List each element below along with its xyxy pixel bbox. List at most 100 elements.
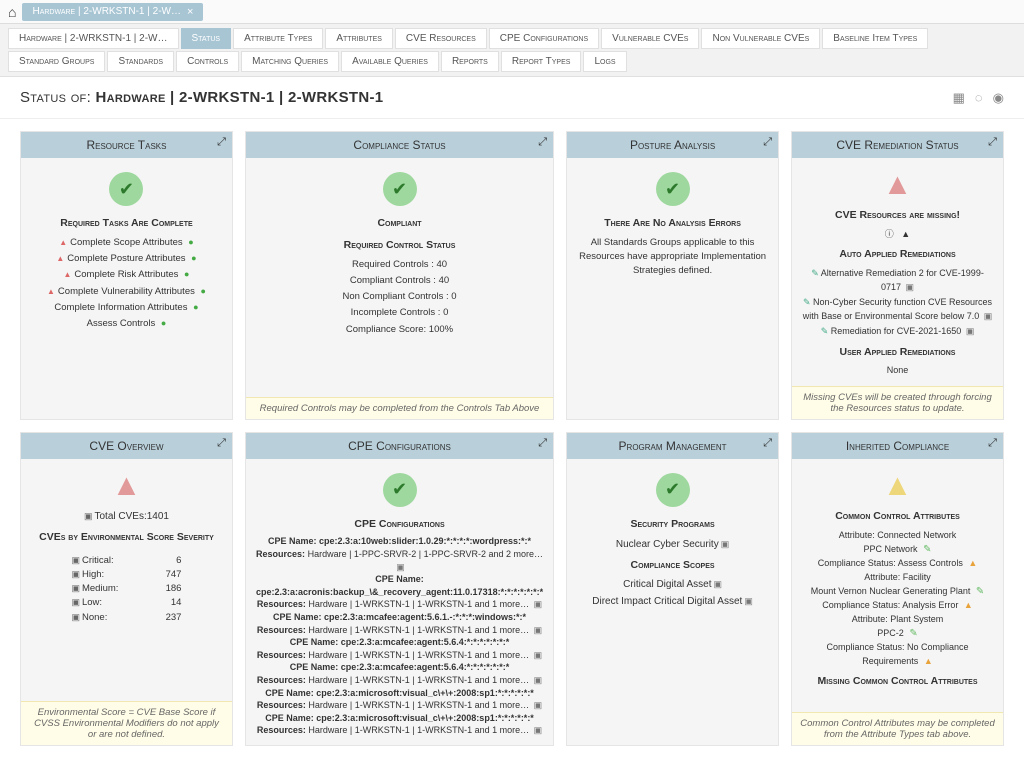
panel-body: ✔ Compliant Required Control Status Requ… (246, 158, 553, 397)
expand-icon[interactable]: ⤢ (988, 437, 997, 450)
inherited-status: Compliance Status: Analysis Error ▲ (802, 599, 993, 613)
panel-body: ▲ ▣Total CVEs:1401 CVEs by Environmental… (21, 459, 232, 701)
task-item: ▲Complete Risk Attributes ● (31, 268, 222, 282)
panel-header: Compliance Status ⤢ (246, 132, 553, 158)
cpe-name: CPE Name: cpe:2.3:a:microsoft:visual_c\+… (256, 687, 543, 700)
tab-attributes[interactable]: Attributes (325, 28, 393, 49)
cpe-resources: Resources: Hardware | 1-WRKSTN-1 | 1-WRK… (256, 674, 543, 687)
expand-icon[interactable]: ⤢ (988, 136, 997, 149)
grid-view-icon[interactable]: ▦ (953, 90, 965, 106)
inherited-attr: Attribute: Plant System (802, 613, 993, 627)
home-icon[interactable]: ⌂ (8, 4, 16, 20)
panel-posture-analysis: Posture Analysis ⤢ ✔ There Are No Analys… (566, 131, 779, 420)
page-title: Status of: Hardware | 2-WRKSTN-1 | 2-WRK… (20, 89, 383, 106)
header-action-icons: ▦ ◌ ◉ (953, 90, 1004, 106)
panel-title: Resource Tasks (86, 138, 166, 152)
compliance-scope-item: Critical Digital Asset▣ (577, 577, 768, 592)
panel-inherited-compliance: Inherited Compliance ⤢ ▲ Common Control … (791, 432, 1004, 746)
expand-icon[interactable]: ⤢ (217, 437, 226, 450)
cpe-resources: Resources: Hardware | 1-PPC-SRVR-2 | 1-P… (256, 548, 543, 573)
check-icon: ✔ (109, 172, 143, 206)
security-program-item: Nuclear Cyber Security▣ (577, 537, 768, 552)
tab-status[interactable]: Status (181, 28, 232, 49)
tab-controls[interactable]: Controls (176, 51, 239, 72)
inherited-attr: Attribute: Facility (802, 571, 993, 585)
severity-row: ▣Medium:186 (71, 582, 181, 596)
tab-logs[interactable]: Logs (583, 51, 626, 72)
tab-hardware-2-wrkstn-1-2-w-[interactable]: Hardware | 2-WRKSTN-1 | 2-W… (8, 28, 179, 49)
panel-header: CVE Overview ⤢ (21, 433, 232, 459)
inherited-name: PPC Network ✎ (802, 542, 993, 557)
panel-footer: Common Control Attributes may be complet… (792, 712, 1003, 745)
expand-icon[interactable]: ⤢ (763, 136, 772, 149)
warning-icon: ▲ (31, 471, 222, 501)
panel-title: CPE Configurations (348, 439, 451, 453)
common-control-heading: Common Control Attributes (802, 509, 993, 525)
breadcrumb-tab[interactable]: Hardware | 2-WRKSTN-1 | 2-W… × (22, 3, 203, 21)
panel-header: Resource Tasks ⤢ (21, 132, 232, 158)
panel-header: Program Management ⤢ (567, 433, 778, 459)
compliance-row: Compliant Controls : 40 (256, 274, 543, 288)
compliance-row: Non Compliant Controls : 0 (256, 290, 543, 304)
tab-cpe-configurations[interactable]: CPE Configurations (489, 28, 599, 49)
tab-available-queries[interactable]: Available Queries (341, 51, 439, 72)
panel-title: CVE Remediation Status (836, 138, 958, 152)
tab-report-types[interactable]: Report Types (501, 51, 582, 72)
inherited-attr: Attribute: Connected Network (802, 529, 993, 543)
tab-attribute-types[interactable]: Attribute Types (233, 28, 323, 49)
panel-grid: Resource Tasks ⤢ ✔ Required Tasks Are Co… (0, 119, 1024, 758)
panel-header: CVE Remediation Status ⤢ (792, 132, 1003, 158)
panel-title: CVE Overview (89, 439, 163, 453)
severity-row: ▣High:747 (71, 568, 181, 582)
cpe-name: CPE Name: cpe:2.3:a:10web:slider:1.0.29:… (256, 535, 543, 548)
task-item: Complete Information Attributes ● (31, 301, 222, 315)
task-item: ▲Complete Posture Attributes ● (31, 252, 222, 266)
expand-icon[interactable]: ⤢ (763, 437, 772, 450)
severity-table: ▣Critical:6▣High:747▣Medium:186▣Low:14▣N… (71, 554, 181, 625)
tab-vulnerable-cves[interactable]: Vulnerable CVEs (601, 28, 699, 49)
warning-icon: ▲ (802, 170, 993, 200)
cpe-resources: Resources: Hardware | 1-WRKSTN-1 | 1-WRK… (256, 598, 543, 611)
panel-body: ✔ Security Programs Nuclear Cyber Securi… (567, 459, 778, 745)
loading-icon[interactable]: ◌ (975, 90, 983, 106)
panel-body: ▲ CVE Resources are missing! ⓘ ▲ Auto Ap… (792, 158, 1003, 386)
panel-footer: Required Controls may be completed from … (246, 397, 553, 419)
panel-subheading: Required Control Status (256, 238, 543, 254)
expand-icon[interactable]: ⤢ (538, 136, 547, 149)
info-icon[interactable]: ◉ (993, 90, 1004, 106)
breadcrumb-label: Hardware | 2-WRKSTN-1 | 2-W… (32, 6, 181, 17)
panel-cve-remediation: CVE Remediation Status ⤢ ▲ CVE Resources… (791, 131, 1004, 420)
panel-cve-overview: CVE Overview ⤢ ▲ ▣Total CVEs:1401 CVEs b… (20, 432, 233, 746)
expand-icon[interactable]: ⤢ (538, 437, 547, 450)
page-title-value: Hardware | 2-WRKSTN-1 | 2-WRKSTN-1 (96, 89, 384, 106)
tab-non-vulnerable-cves[interactable]: Non Vulnerable CVEs (701, 28, 820, 49)
tab-baseline-item-types[interactable]: Baseline Item Types (822, 28, 928, 49)
panel-body: ✔ Required Tasks Are Complete ▲Complete … (21, 158, 232, 419)
panel-title: Program Management (619, 439, 727, 453)
inherited-status: Compliance Status: Assess Controls ▲ (802, 557, 993, 571)
cpe-resources: Resources: Hardware | 1-WRKSTN-1 | 1-WRK… (256, 699, 543, 712)
severity-heading: CVEs by Environmental Score Severity (31, 530, 222, 546)
compliance-row: Compliance Score: 100% (256, 323, 543, 337)
close-icon[interactable]: × (187, 6, 193, 18)
cpe-name: CPE Name: cpe:2.3:a:mcafee:agent:5.6.1.-… (256, 611, 543, 624)
severity-row: ▣None:237 (71, 611, 181, 625)
tab-standard-groups[interactable]: Standard Groups (8, 51, 105, 72)
inherited-name: Mount Vernon Nuclear Generating Plant ✎ (802, 584, 993, 599)
cpe-subheading: CPE Configurations (256, 517, 543, 532)
panel-body: ✔ CPE Configurations CPE Name: cpe:2.3:a… (246, 459, 553, 745)
cpe-resources: Resources: Hardware | 1-WRKSTN-1 | 1-WRK… (256, 724, 543, 737)
tab-matching-queries[interactable]: Matching Queries (241, 51, 339, 72)
tab-standards[interactable]: Standards (107, 51, 174, 72)
user-remediation-none: None (802, 364, 993, 378)
tab-reports[interactable]: Reports (441, 51, 499, 72)
panel-cpe-configurations: CPE Configurations ⤢ ✔ CPE Configuration… (245, 432, 554, 746)
panel-footer: Environmental Score = CVE Base Score if … (21, 701, 232, 745)
tab-cve-resources[interactable]: CVE Resources (395, 28, 487, 49)
posture-body-text: All Standards Groups applicable to this … (577, 236, 768, 279)
inherited-status: Compliance Status: No Compliance Require… (802, 641, 993, 668)
expand-icon[interactable]: ⤢ (217, 136, 226, 149)
cpe-name: CPE Name: cpe:2.3:a:mcafee:agent:5.6.4:*… (256, 636, 543, 649)
panel-title: Posture Analysis (630, 138, 715, 152)
panel-title: Compliance Status (353, 138, 445, 152)
